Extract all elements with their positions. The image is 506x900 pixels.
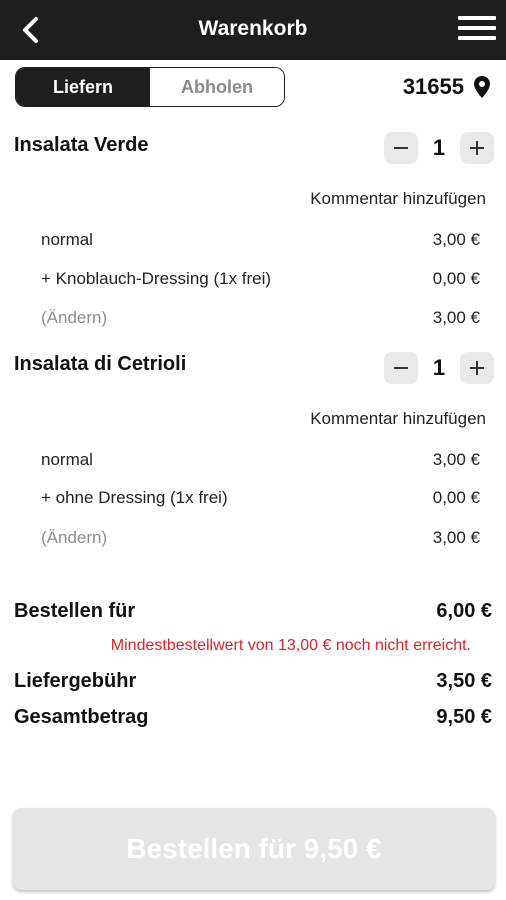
item-name: Insalata di Cetrioli bbox=[14, 353, 187, 375]
add-comment-link[interactable]: Kommentar hinzufügen bbox=[310, 409, 486, 429]
decrease-button[interactable] bbox=[384, 132, 418, 164]
decrease-button[interactable] bbox=[384, 352, 418, 384]
place-order-label: Bestellen für 9,50 € bbox=[126, 833, 382, 864]
tab-liefern[interactable]: Liefern bbox=[16, 68, 150, 106]
total-value: 9,50 € bbox=[436, 706, 492, 728]
line-price: 3,00 € bbox=[432, 230, 480, 249]
delivery-fee-row: Liefergebühr 3,50 € bbox=[14, 670, 492, 693]
line-label: normal bbox=[41, 450, 93, 469]
item-line: (Ändern) 3,00 € bbox=[41, 528, 480, 548]
page-title: Warenkorb bbox=[198, 17, 308, 40]
line-label: normal bbox=[41, 230, 93, 249]
minus-icon bbox=[394, 367, 408, 369]
line-label: + ohne Dressing (1x frei) bbox=[41, 488, 228, 507]
subtotal-label: Bestellen für bbox=[14, 600, 136, 622]
plus-icon bbox=[470, 361, 484, 375]
delivery-mode-toggle: Liefern Abholen bbox=[15, 67, 285, 107]
line-price: 0,00 € bbox=[432, 269, 480, 288]
item-line: + Knoblauch-Dressing (1x frei) 0,00 € bbox=[41, 269, 480, 289]
item-line: (Ändern) 3,00 € bbox=[41, 308, 480, 328]
increase-button[interactable] bbox=[460, 352, 494, 384]
quantity-stepper: 1 bbox=[384, 351, 494, 385]
total-label: Gesamtbetrag bbox=[14, 706, 149, 728]
line-price: 3,00 € bbox=[432, 528, 480, 547]
plus-icon bbox=[470, 141, 484, 155]
line-price: 3,00 € bbox=[432, 308, 480, 327]
delivery-fee-value: 3,50 € bbox=[436, 670, 492, 692]
zip-code: 31655 bbox=[402, 74, 464, 99]
item-line: normal 3,00 € bbox=[41, 450, 480, 470]
add-comment-link[interactable]: Kommentar hinzufügen bbox=[310, 189, 486, 209]
line-price: 0,00 € bbox=[432, 488, 480, 507]
quantity-value: 1 bbox=[432, 135, 446, 160]
line-price: 3,00 € bbox=[432, 450, 480, 469]
change-link[interactable]: (Ändern) bbox=[41, 528, 107, 548]
minus-icon bbox=[394, 147, 408, 149]
total-row: Gesamtbetrag 9,50 € bbox=[14, 706, 492, 729]
item-line: normal 3,00 € bbox=[41, 230, 480, 250]
item-line: + ohne Dressing (1x frei) 0,00 € bbox=[41, 488, 480, 508]
map-pin-icon bbox=[474, 76, 490, 98]
location-selector[interactable]: 31655 bbox=[403, 74, 490, 100]
item-name: Insalata Verde bbox=[14, 134, 149, 156]
menu-button[interactable] bbox=[458, 16, 496, 44]
subtotal-value: 6,00 € bbox=[436, 600, 492, 622]
top-bar: Warenkorb bbox=[0, 0, 506, 60]
quantity-value: 1 bbox=[432, 355, 446, 380]
change-link[interactable]: (Ändern) bbox=[41, 308, 107, 328]
tab-abholen[interactable]: Abholen bbox=[150, 68, 284, 106]
order-subtotal-row: Bestellen für 6,00 € bbox=[14, 600, 492, 623]
line-label: + Knoblauch-Dressing (1x frei) bbox=[41, 269, 272, 288]
min-order-warning: Mindestbestellwert von 13,00 € noch nich… bbox=[110, 637, 471, 654]
hamburger-menu-icon bbox=[458, 16, 496, 40]
increase-button[interactable] bbox=[460, 132, 494, 164]
delivery-fee-label: Liefergebühr bbox=[14, 670, 137, 692]
place-order-button[interactable]: Bestellen für 9,50 € bbox=[13, 808, 495, 890]
quantity-stepper: 1 bbox=[384, 131, 494, 165]
